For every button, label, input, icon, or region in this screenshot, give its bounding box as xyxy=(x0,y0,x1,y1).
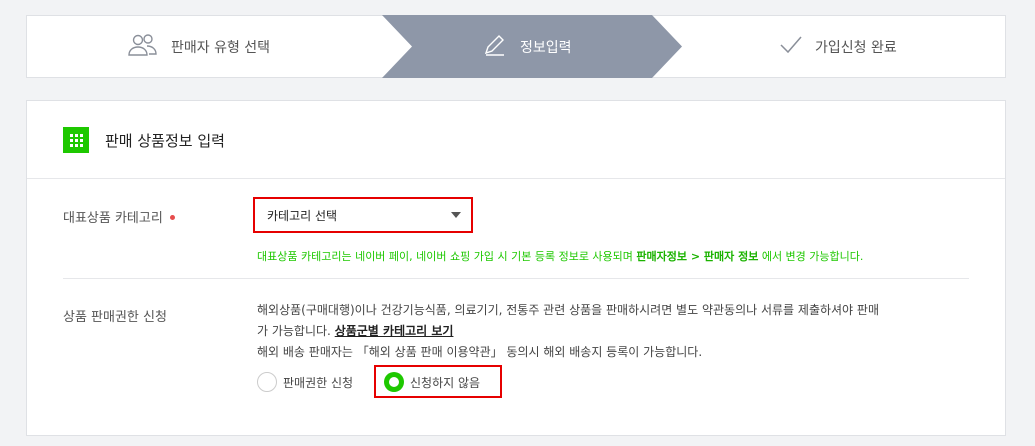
radio-circle[interactable] xyxy=(257,372,277,392)
step-label: 가입신청 완료 xyxy=(815,39,897,56)
permission-desc-line1: 해외상품(구매대행)이나 건강기능식품, 의료기기, 전통주 관련 상품을 판매… xyxy=(257,303,879,317)
check-icon xyxy=(779,35,803,59)
pencil-icon xyxy=(482,33,508,61)
step-info-input: 정보입력 xyxy=(482,16,572,77)
radio-apply-permission[interactable]: 판매권한 신청 xyxy=(257,372,353,392)
signup-steps: 판매자 유형 선택 정보입력 가입신청 완료 xyxy=(26,15,1006,78)
users-icon xyxy=(127,33,159,61)
seller-info-path: 판매자정보 > 판매자 정보 xyxy=(636,250,759,263)
section-title: 판매 상품정보 입력 xyxy=(105,132,225,150)
permission-desc-line2: 가 가능합니다. 상품군별 카테고리 보기 xyxy=(257,324,454,338)
permission-desc-line3: 해외 배송 판매자는 「해외 상품 판매 이용약관」 동의시 해외 배송지 등록… xyxy=(257,345,703,359)
step-label: 판매자 유형 선택 xyxy=(171,39,271,56)
radio-label: 판매권한 신청 xyxy=(283,375,354,390)
step-seller-type: 판매자 유형 선택 xyxy=(127,16,270,77)
category-select-value: 카테고리 선택 xyxy=(267,209,338,223)
radio-label: 신청하지 않음 xyxy=(410,375,481,390)
section-header: 판매 상품정보 입력 xyxy=(27,101,1005,179)
required-dot xyxy=(169,215,175,220)
category-label: 대표상품 카테고리 xyxy=(63,207,175,226)
radio-no-apply[interactable]: 신청하지 않음 xyxy=(384,372,480,392)
radio-circle-selected[interactable] xyxy=(384,372,404,392)
chevron-down-icon xyxy=(451,212,461,218)
product-info-card: 판매 상품정보 입력 대표상품 카테고리 카테고리 선택 대표상품 카테고리는 … xyxy=(26,100,1006,436)
step-label: 정보입력 xyxy=(520,39,572,56)
permission-label: 상품 판매권한 신청 xyxy=(63,310,167,325)
grid-icon xyxy=(63,127,89,153)
step-complete: 가입신청 완료 xyxy=(779,16,897,77)
category-note: 대표상품 카테고리는 네이버 페이, 네이버 쇼핑 가입 시 기본 등록 정보로… xyxy=(257,250,864,263)
category-select[interactable]: 카테고리 선택 xyxy=(257,201,469,229)
row-divider xyxy=(63,278,969,279)
category-view-link[interactable]: 상품군별 카테고리 보기 xyxy=(335,324,454,338)
category-select-highlight: 카테고리 선택 xyxy=(253,197,473,233)
